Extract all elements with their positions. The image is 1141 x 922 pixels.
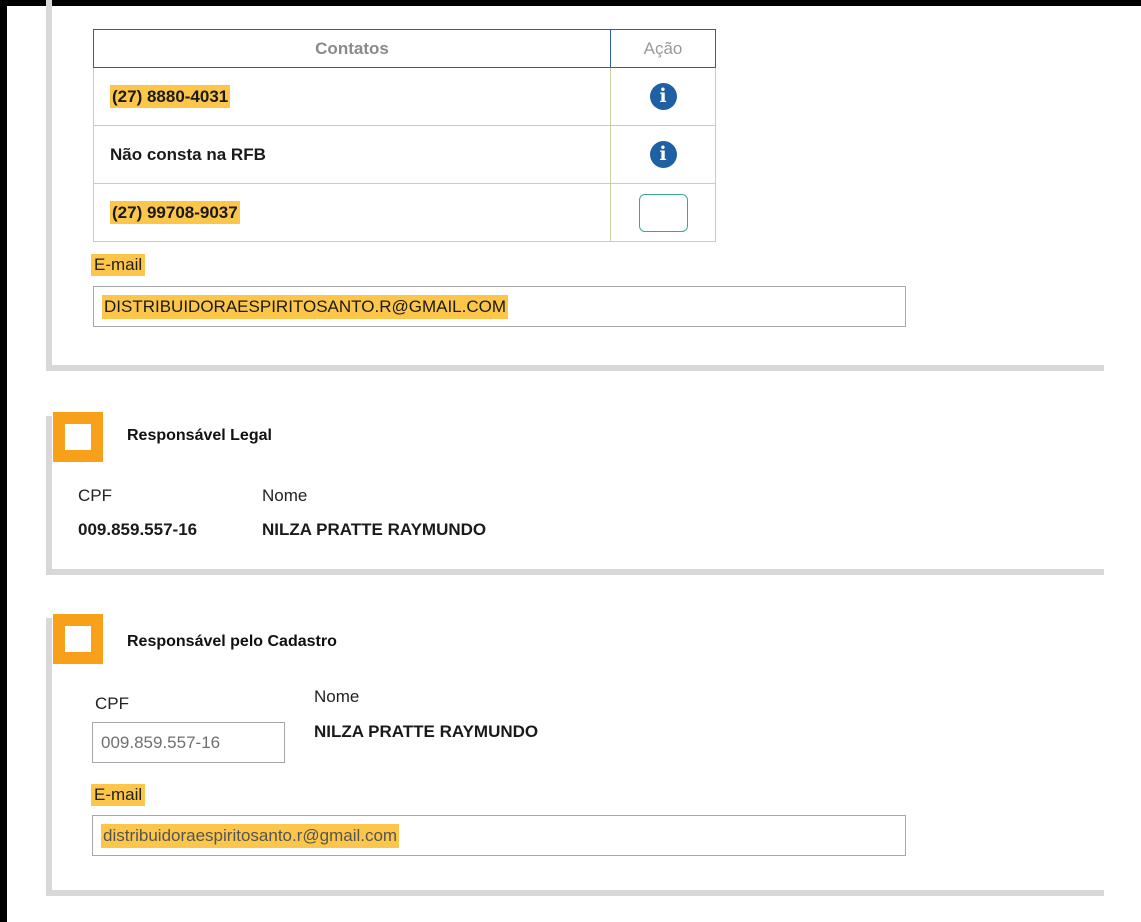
contact-cell: (27) 8880-4031 bbox=[93, 67, 611, 126]
action-cell: i bbox=[610, 67, 716, 126]
legal-cpf-value: 009.859.557-16 bbox=[78, 520, 198, 539]
screenshot-frame-top bbox=[0, 0, 1141, 6]
contact-phone-2: (27) 99708-9037 bbox=[110, 200, 240, 224]
contacts-table-header: Contatos Ação bbox=[93, 29, 716, 68]
email-value: DISTRIBUIDORAESPIRITOSANTO.R@GMAIL.COM bbox=[102, 294, 509, 319]
legal-nome-label: Nome bbox=[262, 486, 308, 505]
legal-section-title: Responsável Legal bbox=[127, 427, 272, 444]
section-checkbox-icon bbox=[53, 614, 103, 664]
contact-cell: Não consta na RFB bbox=[93, 125, 611, 184]
section-checkbox-icon bbox=[53, 412, 103, 462]
contact-cell: (27) 99708-9037 bbox=[93, 183, 611, 242]
contact-phone-1: (27) 8880-4031 bbox=[110, 84, 231, 108]
action-button[interactable] bbox=[638, 193, 688, 232]
cadastro-cpf-label: CPF bbox=[95, 694, 129, 713]
cadastro-panel-bottom-border bbox=[46, 890, 1104, 896]
cadastro-email-value: distribuidoraespiritosanto.r@gmail.com bbox=[101, 823, 400, 848]
cadastro-cpf-value: 009.859.557-16 bbox=[101, 732, 221, 752]
action-cell: i bbox=[610, 125, 716, 184]
cadastro-section-title: Responsável pelo Cadastro bbox=[127, 633, 337, 650]
cadastro-email-field[interactable]: distribuidoraespiritosanto.r@gmail.com bbox=[92, 815, 906, 856]
screenshot-frame-left bbox=[0, 0, 7, 922]
contact-not-found: Não consta na RFB bbox=[110, 144, 266, 164]
cadastro-nome-label: Nome bbox=[314, 687, 360, 706]
cadastro-panel-border bbox=[46, 618, 52, 896]
contacts-table: Contatos Ação (27) 8880-4031 i Não const… bbox=[93, 29, 716, 242]
contacts-panel-bottom-border bbox=[46, 365, 1104, 371]
cadastro-email-label: E-mail bbox=[91, 784, 146, 806]
legal-panel-bottom-border bbox=[46, 569, 1104, 575]
cadastro-nome-value: NILZA PRATTE RAYMUNDO bbox=[314, 722, 539, 741]
action-column-header: Ação bbox=[610, 29, 716, 68]
legal-panel-border bbox=[46, 416, 52, 575]
email-label: E-mail bbox=[91, 254, 146, 276]
email-field[interactable]: DISTRIBUIDORAESPIRITOSANTO.R@GMAIL.COM bbox=[93, 286, 906, 327]
info-icon[interactable]: i bbox=[649, 83, 677, 110]
info-icon[interactable]: i bbox=[649, 141, 677, 168]
legal-cpf-label: CPF bbox=[78, 486, 112, 505]
table-row: (27) 99708-9037 bbox=[93, 183, 716, 242]
action-cell bbox=[610, 183, 716, 242]
contacts-column-header: Contatos bbox=[93, 29, 611, 68]
legal-nome-value: NILZA PRATTE RAYMUNDO bbox=[262, 520, 487, 539]
cadastro-cpf-field[interactable]: 009.859.557-16 bbox=[92, 722, 285, 763]
contacts-panel-border bbox=[46, 0, 52, 371]
table-row: Não consta na RFB i bbox=[93, 125, 716, 184]
table-row: (27) 8880-4031 i bbox=[93, 67, 716, 126]
